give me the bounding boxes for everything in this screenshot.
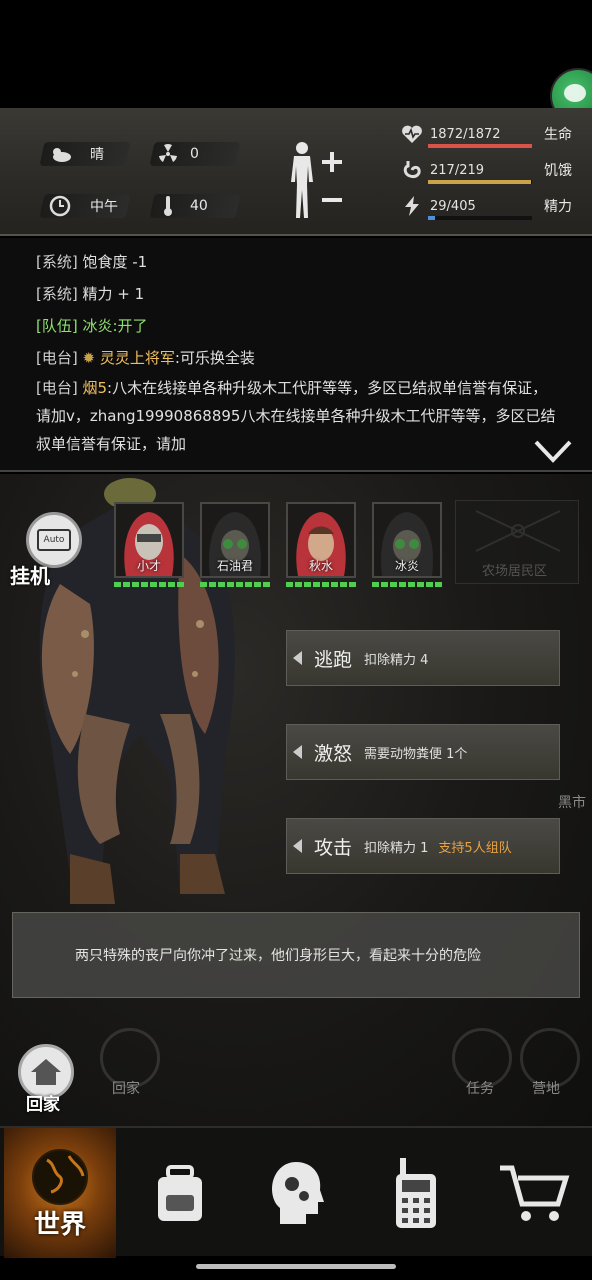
team-member-hp xyxy=(372,582,442,587)
go-home-label: 回家 xyxy=(26,1095,60,1115)
log-line-team: [队伍] 冰炎:开了 xyxy=(36,317,148,335)
shopping-cart-icon xyxy=(500,1165,570,1221)
energy-value: 29/405 xyxy=(430,198,476,214)
faded-task-label: 任务 xyxy=(466,1081,494,1097)
globe-icon xyxy=(32,1148,88,1205)
stomach-icon xyxy=(400,158,424,182)
hunger-stat: 217/219 饥饿 xyxy=(400,156,592,184)
left-arrow-icon xyxy=(293,839,302,853)
hunger-name: 饥饿 xyxy=(544,163,572,179)
team-member-name: 冰炎 xyxy=(394,559,419,573)
head-gears-icon xyxy=(272,1162,324,1224)
tab-world[interactable]: 世界 xyxy=(4,1128,116,1258)
heart-monitor-icon xyxy=(400,122,424,146)
team-member-name: 石油君 xyxy=(216,559,253,573)
left-arrow-icon xyxy=(293,651,302,665)
bottom-tab-bar: 世界 xyxy=(0,1126,592,1258)
radiation-value: 0 xyxy=(190,146,199,162)
hunger-value: 217/219 xyxy=(430,162,485,178)
faded-location-map: 农场居民区 xyxy=(455,500,579,584)
life-bar xyxy=(428,144,532,148)
tab-radio[interactable] xyxy=(360,1128,472,1258)
team-member-hp xyxy=(200,582,270,587)
flee-button[interactable]: 逃跑 扣除精力 4 xyxy=(286,630,560,686)
faded-home-label: 回家 xyxy=(112,1081,140,1097)
log-line: [系统] 精力 + 1 xyxy=(36,285,145,303)
medal-icon: ✹ xyxy=(82,349,96,367)
attack-button[interactable]: 攻击 扣除精力 1 支持5人组队 xyxy=(286,818,560,874)
energy-bar-fill xyxy=(428,216,436,220)
life-stat: 1872/1872 生命 xyxy=(400,120,592,148)
thermometer-icon xyxy=(156,194,180,218)
team-member-name: 秋水 xyxy=(308,559,333,573)
lightning-icon xyxy=(400,194,424,218)
team-member-card[interactable]: 冰炎 xyxy=(372,502,442,592)
clock-icon xyxy=(48,194,72,218)
radiation-display: 0 xyxy=(156,142,199,166)
log-line-radio: [电台] 烟5:八木在线接单各种升级木工代肝等等，多区已结叔单信誉有保证，请加v… xyxy=(36,379,556,453)
chat-bubble-icon xyxy=(564,84,586,102)
faded-location-label: 农场居民区 xyxy=(482,564,548,579)
faded-market-label: 黑市 xyxy=(558,795,586,811)
hunger-bar xyxy=(428,180,532,184)
log-line: [系统] 饱食度 -1 xyxy=(36,253,148,271)
team-member-hp xyxy=(286,582,356,587)
backpack-icon xyxy=(158,1165,202,1221)
provoke-button[interactable]: 激怒 需要动物粪便 1个 xyxy=(286,724,560,780)
status-panel: 晴 0 中午 40 1872/1872 生命 217/219 饥饿 29/405… xyxy=(0,108,592,236)
expand-log-chevron-icon[interactable] xyxy=(534,440,572,464)
energy-bar xyxy=(428,216,532,220)
team-member-card[interactable]: 石油君 xyxy=(200,502,270,592)
encounter-description: 两只特殊的丧尸向你冲了过来，他们身形巨大，看起来十分的危险 xyxy=(12,912,580,998)
left-arrow-icon xyxy=(293,745,302,759)
walkie-talkie-icon xyxy=(396,1158,436,1228)
auto-battle-label: 挂机 xyxy=(10,564,50,588)
temperature-value: 40 xyxy=(190,198,208,214)
time-display: 中午 xyxy=(48,194,118,218)
tab-shop[interactable] xyxy=(478,1128,590,1258)
auto-screen-icon: Auto xyxy=(37,529,71,551)
cloudy-sun-icon xyxy=(48,142,72,166)
life-name: 生命 xyxy=(544,127,572,143)
home-indicator[interactable] xyxy=(196,1264,396,1269)
energy-name: 精力 xyxy=(544,199,572,215)
team-member-hp xyxy=(114,582,184,587)
log-line-radio: [电台] ✹ 灵灵上将军:可乐换全装 xyxy=(36,349,255,367)
tab-backpack[interactable] xyxy=(124,1128,236,1258)
team-member-card[interactable]: 秋水 xyxy=(286,502,356,592)
status-bar-area xyxy=(0,0,592,108)
energy-stat: 29/405 精力 xyxy=(400,192,592,220)
life-bar-fill xyxy=(428,144,532,148)
team-member-name: 小才 xyxy=(136,559,161,573)
faded-camp-label: 营地 xyxy=(532,1081,560,1097)
radiation-icon xyxy=(156,142,180,166)
message-log[interactable]: [系统] 饱食度 -1 [系统] 精力 + 1 [队伍] 冰炎:开了 [电台] … xyxy=(0,238,592,472)
team-member-card[interactable]: 小才 xyxy=(114,502,184,592)
weather-label: 晴 xyxy=(90,147,104,163)
life-value: 1872/1872 xyxy=(430,126,501,142)
time-label: 中午 xyxy=(90,199,118,215)
body-status-icon[interactable] xyxy=(286,138,346,222)
weather-display: 晴 xyxy=(48,142,104,166)
tab-skills[interactable] xyxy=(240,1128,352,1258)
house-icon xyxy=(31,1059,61,1085)
temperature-display: 40 xyxy=(156,194,208,218)
hunger-bar-fill xyxy=(428,180,531,184)
